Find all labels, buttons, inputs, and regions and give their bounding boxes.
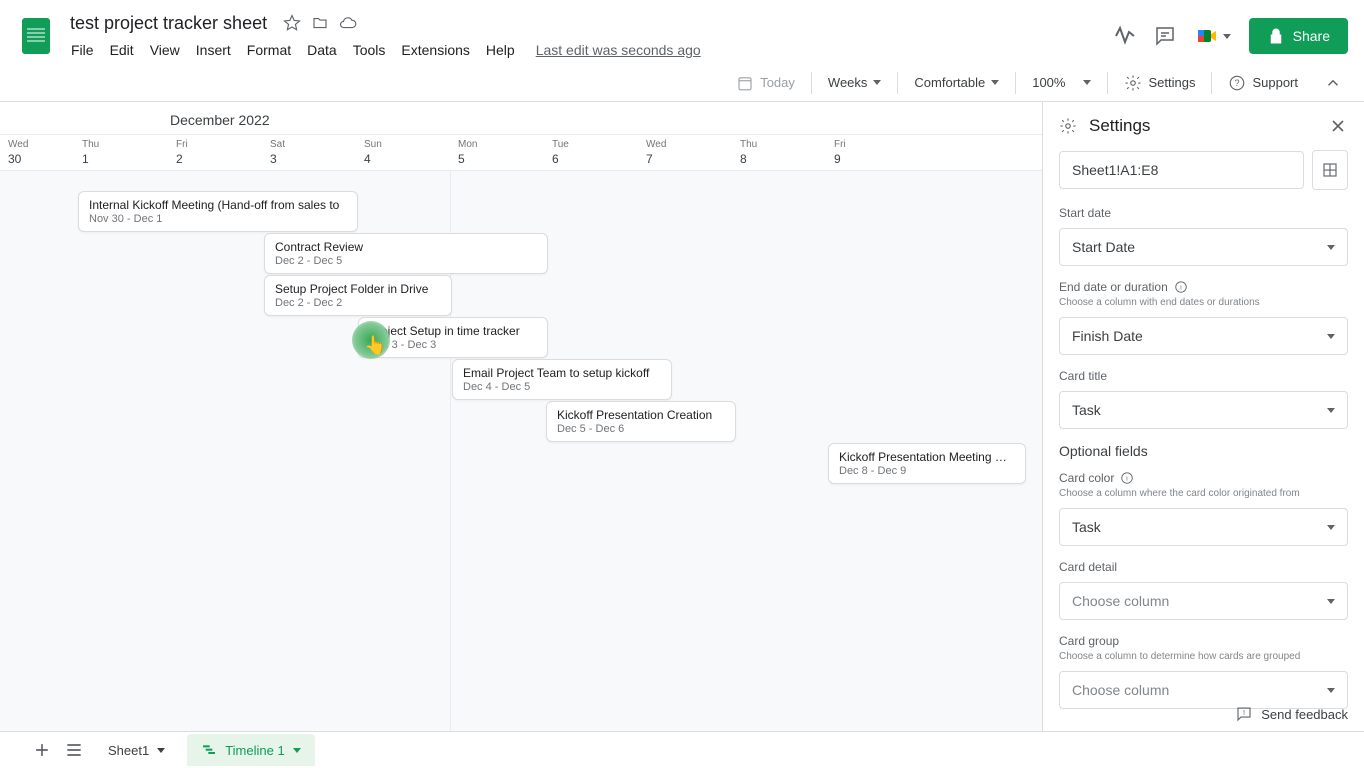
activity-icon[interactable]: [1113, 24, 1137, 48]
today-button[interactable]: Today: [726, 68, 805, 98]
close-icon[interactable]: [1328, 116, 1348, 136]
card-date: Dec 3 - Dec 3: [369, 339, 537, 351]
card-title: Kickoff Presentation Meeting …: [839, 450, 1015, 464]
menu-help[interactable]: Help: [479, 38, 522, 62]
share-label: Share: [1293, 28, 1330, 44]
end-date-select[interactable]: Finish Date: [1059, 317, 1348, 355]
data-range-input[interactable]: [1059, 151, 1304, 189]
weeks-dropdown[interactable]: Weeks: [818, 69, 892, 96]
card-date: Dec 4 - Dec 5: [463, 381, 661, 393]
add-sheet-button[interactable]: [30, 738, 54, 762]
settings-title: Settings: [1089, 116, 1316, 136]
send-feedback-link[interactable]: ! Send feedback: [1235, 705, 1348, 723]
move-icon[interactable]: [311, 14, 329, 32]
card-title: Contract Review: [275, 240, 537, 254]
card-detail-select[interactable]: Choose column: [1059, 582, 1348, 620]
sheet-tabs: Sheet1 Timeline 1: [0, 731, 1364, 768]
card-color-label: Card color i: [1059, 471, 1348, 485]
menu-format[interactable]: Format: [240, 38, 298, 62]
card-title: Email Project Team to setup kickoff: [463, 366, 661, 380]
card-detail-label: Card detail: [1059, 560, 1348, 574]
grid-icon: [1321, 161, 1339, 179]
gear-icon: [1059, 117, 1077, 135]
star-icon[interactable]: [283, 14, 301, 32]
timeline-view: December 2022 Wed30 Thu1 Fri2 Sat3 Sun4 …: [0, 102, 1042, 731]
menu-extensions[interactable]: Extensions: [394, 38, 476, 62]
card-title-label: Card title: [1059, 369, 1348, 383]
cursor-pointer-icon: 👆: [364, 335, 386, 356]
card-group-label: Card group: [1059, 634, 1348, 648]
card-date: Dec 5 - Dec 6: [557, 423, 725, 435]
help-icon: ?: [1228, 74, 1246, 92]
timeline-card[interactable]: Kickoff Presentation CreationDec 5 - Dec…: [546, 401, 736, 442]
timeline-body[interactable]: Internal Kickoff Meeting (Hand-off from …: [0, 171, 1042, 731]
select-range-button[interactable]: [1312, 150, 1348, 190]
menu-data[interactable]: Data: [300, 38, 344, 62]
chevron-up-icon: [1324, 74, 1342, 92]
card-group-select[interactable]: Choose column: [1059, 671, 1348, 709]
end-date-sublabel: Choose a column with end dates or durati…: [1059, 296, 1348, 309]
settings-panel: Settings Start date Start Date End date …: [1042, 102, 1364, 731]
card-date: Nov 30 - Dec 1: [89, 213, 347, 225]
support-button[interactable]: ? Support: [1218, 68, 1308, 98]
card-date: Dec 2 - Dec 2: [275, 297, 441, 309]
sheets-logo[interactable]: [16, 16, 56, 56]
svg-text:i: i: [1180, 284, 1181, 291]
timeline-icon: [201, 742, 217, 758]
menu-tools[interactable]: Tools: [346, 38, 393, 62]
start-date-select[interactable]: Start Date: [1059, 228, 1348, 266]
card-title: Kickoff Presentation Creation: [557, 408, 725, 422]
card-title: Project Setup in time tracker: [369, 324, 537, 338]
all-sheets-button[interactable]: [62, 738, 86, 762]
menu-insert[interactable]: Insert: [189, 38, 238, 62]
timeline-card[interactable]: Email Project Team to setup kickoffDec 4…: [452, 359, 672, 400]
comment-icon[interactable]: [1153, 24, 1177, 48]
gear-icon: [1124, 74, 1142, 92]
card-group-sublabel: Choose a column to determine how cards a…: [1059, 650, 1348, 663]
start-date-label: Start date: [1059, 206, 1348, 220]
menu-bar: File Edit View Insert Format Data Tools …: [64, 38, 1113, 62]
timeline-card[interactable]: Internal Kickoff Meeting (Hand-off from …: [78, 191, 358, 232]
cloud-icon[interactable]: [339, 14, 357, 32]
feedback-icon: !: [1235, 705, 1253, 723]
timeline-toolbar: Today Weeks Comfortable 100% Settings ? …: [0, 64, 1364, 102]
month-header: December 2022: [0, 102, 1042, 135]
last-edit-link[interactable]: Last edit was seconds ago: [536, 42, 701, 58]
card-date: Dec 8 - Dec 9: [839, 465, 1015, 477]
tab-timeline1[interactable]: Timeline 1: [187, 734, 314, 766]
menu-view[interactable]: View: [143, 38, 187, 62]
settings-button[interactable]: Settings: [1114, 68, 1205, 98]
card-color-sublabel: Choose a column where the card color ori…: [1059, 487, 1348, 500]
density-dropdown[interactable]: Comfortable: [904, 69, 1009, 96]
card-color-select[interactable]: Task: [1059, 508, 1348, 546]
card-title: Setup Project Folder in Drive: [275, 282, 441, 296]
zoom-dropdown[interactable]: 100%: [1022, 69, 1101, 96]
timeline-card[interactable]: Setup Project Folder in DriveDec 2 - Dec…: [264, 275, 452, 316]
menu-file[interactable]: File: [64, 38, 101, 62]
svg-text:!: !: [1243, 708, 1245, 717]
info-icon[interactable]: i: [1120, 471, 1134, 485]
meet-button[interactable]: [1193, 16, 1233, 56]
end-date-label: End date or duration i: [1059, 280, 1348, 294]
card-title-select[interactable]: Task: [1059, 391, 1348, 429]
calendar-icon: [736, 74, 754, 92]
collapse-button[interactable]: [1314, 68, 1352, 98]
share-button[interactable]: Share: [1249, 18, 1348, 54]
doc-title[interactable]: test project tracker sheet: [64, 11, 273, 36]
info-icon[interactable]: i: [1174, 280, 1188, 294]
day-header-row: Wed30 Thu1 Fri2 Sat3 Sun4 Mon5 Tue6 Wed7…: [0, 135, 1042, 171]
top-bar: test project tracker sheet File Edit Vie…: [0, 0, 1364, 64]
menu-edit[interactable]: Edit: [103, 38, 141, 62]
svg-text:?: ?: [1235, 78, 1240, 88]
timeline-card[interactable]: Contract ReviewDec 2 - Dec 5: [264, 233, 548, 274]
timeline-card[interactable]: Kickoff Presentation Meeting …Dec 8 - De…: [828, 443, 1026, 484]
svg-text:i: i: [1127, 475, 1128, 482]
optional-fields-header: Optional fields: [1059, 443, 1348, 459]
card-title: Internal Kickoff Meeting (Hand-off from …: [89, 198, 347, 212]
tab-sheet1[interactable]: Sheet1: [94, 735, 179, 766]
doc-info: test project tracker sheet File Edit Vie…: [64, 11, 1113, 62]
card-date: Dec 2 - Dec 5: [275, 255, 537, 267]
